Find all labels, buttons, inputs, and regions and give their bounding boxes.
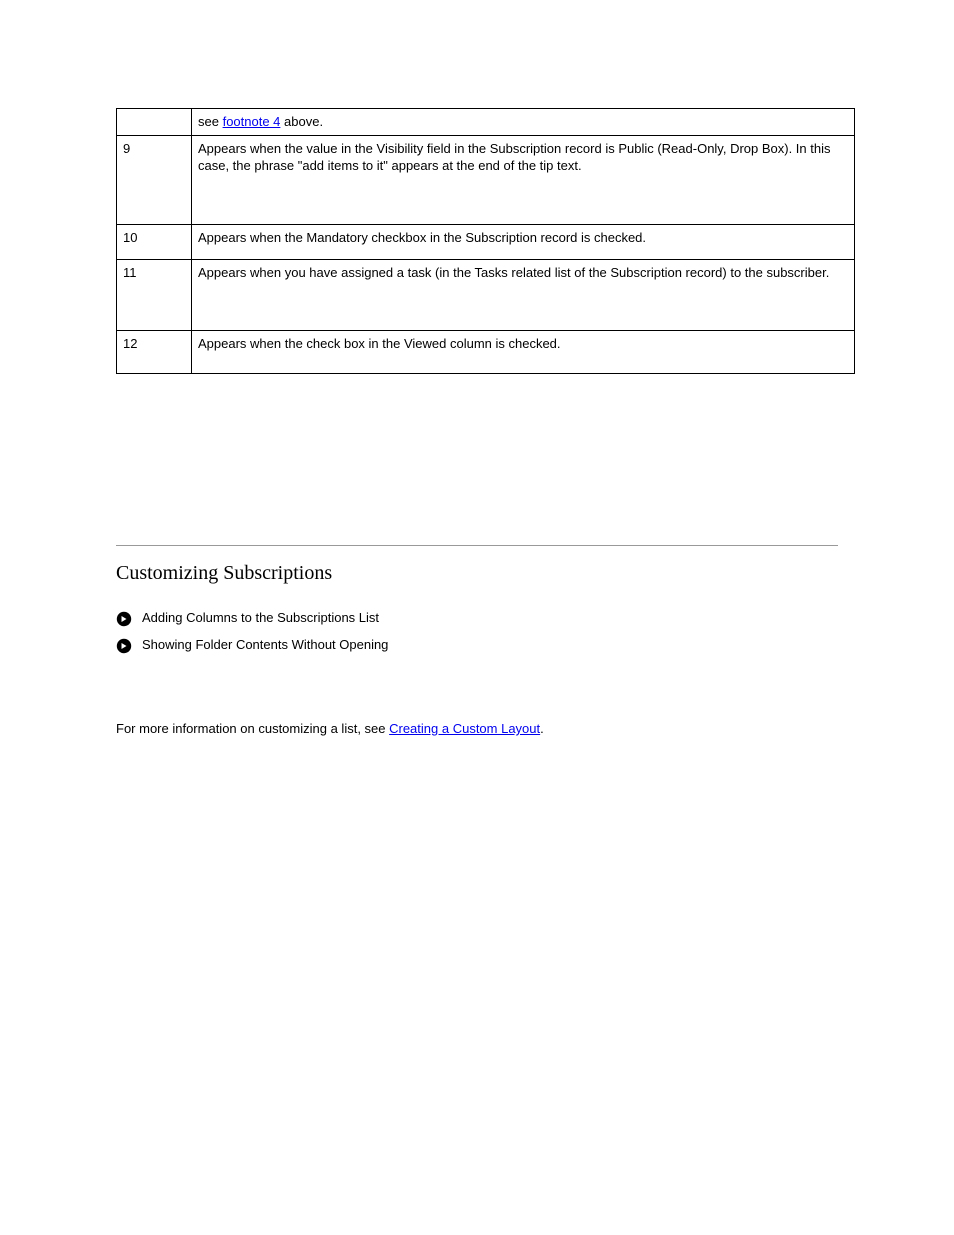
table-row: 12 Appears when the check box in the Vie… xyxy=(117,330,855,373)
cell-desc: Appears when the check box in the Viewed… xyxy=(192,330,855,373)
cell-num: 10 xyxy=(117,224,192,259)
footnote-link[interactable]: footnote 4 xyxy=(223,114,281,129)
topic-list: Adding Columns to the Subscriptions List… xyxy=(116,610,838,664)
cell-desc: Appears when the value in the Visibility… xyxy=(192,135,855,224)
reference-paragraph: For more information on customizing a li… xyxy=(116,720,838,738)
list-item: Adding Columns to the Subscriptions List xyxy=(116,610,838,627)
table-row: see footnote 4 above. xyxy=(117,109,855,136)
cell-desc: Appears when you have assigned a task (i… xyxy=(192,259,855,330)
table-row: 11 Appears when you have assigned a task… xyxy=(117,259,855,330)
arrow-right-circle-icon xyxy=(116,611,132,627)
cell-desc-post: above. xyxy=(280,114,323,129)
list-item-label: Showing Folder Contents Without Opening xyxy=(142,637,838,652)
cell-num: 9 xyxy=(117,135,192,224)
custom-layout-link[interactable]: Creating a Custom Layout xyxy=(389,721,540,736)
list-item: Showing Folder Contents Without Opening xyxy=(116,637,838,654)
table-row: 9 Appears when the value in the Visibili… xyxy=(117,135,855,224)
para-post: . xyxy=(540,721,544,736)
section-heading: Customizing Subscriptions xyxy=(116,562,332,585)
cell-desc: see footnote 4 above. xyxy=(192,109,855,136)
table-row: 10 Appears when the Mandatory checkbox i… xyxy=(117,224,855,259)
cell-num: 11 xyxy=(117,259,192,330)
cell-desc-pre: see xyxy=(198,114,223,129)
footnote-table: see footnote 4 above. 9 Appears when the… xyxy=(116,108,855,374)
arrow-right-circle-icon xyxy=(116,638,132,654)
cell-num: 12 xyxy=(117,330,192,373)
para-pre: For more information on customizing a li… xyxy=(116,721,389,736)
section-divider xyxy=(116,545,838,546)
list-item-label: Adding Columns to the Subscriptions List xyxy=(142,610,838,625)
cell-num xyxy=(117,109,192,136)
cell-desc: Appears when the Mandatory checkbox in t… xyxy=(192,224,855,259)
